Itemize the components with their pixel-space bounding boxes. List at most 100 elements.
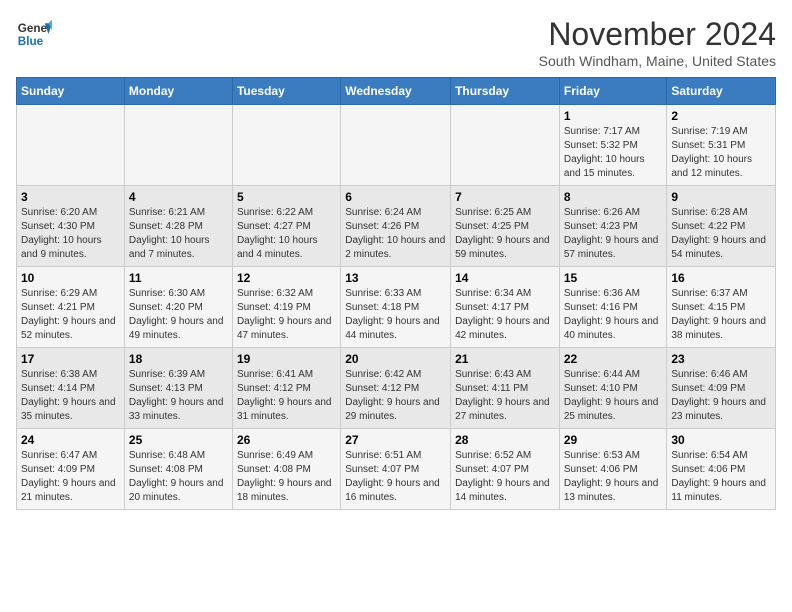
day-info: Sunrise: 6:22 AM Sunset: 4:27 PM Dayligh… — [237, 206, 336, 262]
day-info: Sunrise: 6:51 AM Sunset: 4:07 PM Dayligh… — [345, 449, 446, 505]
day-number: 13 — [345, 271, 446, 285]
calendar-cell: 17 Sunrise: 6:38 AM Sunset: 4:14 PM Dayli… — [17, 348, 125, 429]
main-title: November 2024 — [539, 16, 776, 53]
calendar-cell: 7 Sunrise: 6:25 AM Sunset: 4:25 PM Daylig… — [451, 186, 560, 267]
calendar-header-row: SundayMondayTuesdayWednesdayThursdayFrid… — [17, 78, 776, 105]
calendar-cell: 18 Sunrise: 6:39 AM Sunset: 4:13 PM Dayli… — [124, 348, 232, 429]
day-number: 12 — [237, 271, 336, 285]
day-number: 17 — [21, 352, 120, 366]
calendar-cell: 10 Sunrise: 6:29 AM Sunset: 4:21 PM Dayli… — [17, 267, 125, 348]
calendar-cell: 3 Sunrise: 6:20 AM Sunset: 4:30 PM Daylig… — [17, 186, 125, 267]
calendar-table: SundayMondayTuesdayWednesdayThursdayFrid… — [16, 77, 776, 510]
calendar-cell: 21 Sunrise: 6:43 AM Sunset: 4:11 PM Dayli… — [451, 348, 560, 429]
day-number: 19 — [237, 352, 336, 366]
calendar-cell: 14 Sunrise: 6:34 AM Sunset: 4:17 PM Dayli… — [451, 267, 560, 348]
day-info: Sunrise: 6:44 AM Sunset: 4:10 PM Dayligh… — [564, 368, 663, 424]
calendar-cell: 4 Sunrise: 6:21 AM Sunset: 4:28 PM Daylig… — [124, 186, 232, 267]
calendar-cell — [17, 105, 125, 186]
week-row-2: 3 Sunrise: 6:20 AM Sunset: 4:30 PM Daylig… — [17, 186, 776, 267]
week-row-1: 1 Sunrise: 7:17 AM Sunset: 5:32 PM Daylig… — [17, 105, 776, 186]
day-number: 7 — [455, 190, 555, 204]
day-number: 6 — [345, 190, 446, 204]
day-number: 23 — [671, 352, 771, 366]
calendar-cell: 8 Sunrise: 6:26 AM Sunset: 4:23 PM Daylig… — [559, 186, 667, 267]
calendar-cell: 26 Sunrise: 6:49 AM Sunset: 4:08 PM Dayli… — [232, 429, 340, 510]
week-row-5: 24 Sunrise: 6:47 AM Sunset: 4:09 PM Dayli… — [17, 429, 776, 510]
day-number: 16 — [671, 271, 771, 285]
calendar-cell — [341, 105, 451, 186]
day-number: 15 — [564, 271, 663, 285]
day-number: 9 — [671, 190, 771, 204]
logo: General Blue — [16, 16, 52, 52]
day-number: 28 — [455, 433, 555, 447]
logo-icon: General Blue — [16, 16, 52, 52]
day-number: 27 — [345, 433, 446, 447]
calendar-cell: 27 Sunrise: 6:51 AM Sunset: 4:07 PM Dayli… — [341, 429, 451, 510]
day-info: Sunrise: 6:36 AM Sunset: 4:16 PM Dayligh… — [564, 287, 663, 343]
day-info: Sunrise: 6:33 AM Sunset: 4:18 PM Dayligh… — [345, 287, 446, 343]
day-header-wednesday: Wednesday — [341, 78, 451, 105]
day-header-monday: Monday — [124, 78, 232, 105]
day-info: Sunrise: 6:29 AM Sunset: 4:21 PM Dayligh… — [21, 287, 120, 343]
day-number: 21 — [455, 352, 555, 366]
day-number: 29 — [564, 433, 663, 447]
day-number: 4 — [129, 190, 228, 204]
day-info: Sunrise: 6:39 AM Sunset: 4:13 PM Dayligh… — [129, 368, 228, 424]
calendar-cell — [232, 105, 340, 186]
day-info: Sunrise: 7:17 AM Sunset: 5:32 PM Dayligh… — [564, 125, 663, 181]
day-info: Sunrise: 6:20 AM Sunset: 4:30 PM Dayligh… — [21, 206, 120, 262]
day-header-saturday: Saturday — [667, 78, 776, 105]
calendar-cell: 6Sunrise: 6:24 AM Sunset: 4:26 PM Daylig… — [341, 186, 451, 267]
day-info: Sunrise: 6:30 AM Sunset: 4:20 PM Dayligh… — [129, 287, 228, 343]
day-number: 8 — [564, 190, 663, 204]
calendar-cell: 19 Sunrise: 6:41 AM Sunset: 4:12 PM Dayli… — [232, 348, 340, 429]
day-number: 5 — [237, 190, 336, 204]
subtitle: South Windham, Maine, United States — [539, 53, 776, 69]
day-number: 14 — [455, 271, 555, 285]
day-info: Sunrise: 6:46 AM Sunset: 4:09 PM Dayligh… — [671, 368, 771, 424]
day-info: Sunrise: 6:42 AM Sunset: 4:12 PM Dayligh… — [345, 368, 446, 424]
day-number: 10 — [21, 271, 120, 285]
calendar-cell: 23 Sunrise: 6:46 AM Sunset: 4:09 PM Dayli… — [667, 348, 776, 429]
calendar-cell: 9 Sunrise: 6:28 AM Sunset: 4:22 PM Daylig… — [667, 186, 776, 267]
day-header-tuesday: Tuesday — [232, 78, 340, 105]
calendar-cell — [451, 105, 560, 186]
day-info: Sunrise: 6:49 AM Sunset: 4:08 PM Dayligh… — [237, 449, 336, 505]
day-info: Sunrise: 6:43 AM Sunset: 4:11 PM Dayligh… — [455, 368, 555, 424]
day-number: 30 — [671, 433, 771, 447]
day-info: Sunrise: 6:53 AM Sunset: 4:06 PM Dayligh… — [564, 449, 663, 505]
calendar-cell: 5 Sunrise: 6:22 AM Sunset: 4:27 PM Daylig… — [232, 186, 340, 267]
day-info: Sunrise: 6:21 AM Sunset: 4:28 PM Dayligh… — [129, 206, 228, 262]
day-number: 24 — [21, 433, 120, 447]
day-info: Sunrise: 6:26 AM Sunset: 4:23 PM Dayligh… — [564, 206, 663, 262]
day-info: Sunrise: 6:48 AM Sunset: 4:08 PM Dayligh… — [129, 449, 228, 505]
day-info: Sunrise: 6:47 AM Sunset: 4:09 PM Dayligh… — [21, 449, 120, 505]
title-area: November 2024 South Windham, Maine, Unit… — [539, 16, 776, 69]
day-header-sunday: Sunday — [17, 78, 125, 105]
day-number: 18 — [129, 352, 228, 366]
calendar-cell: 28 Sunrise: 6:52 AM Sunset: 4:07 PM Dayli… — [451, 429, 560, 510]
day-number: 1 — [564, 109, 663, 123]
calendar-cell: 1 Sunrise: 7:17 AM Sunset: 5:32 PM Daylig… — [559, 105, 667, 186]
header: General Blue November 2024 South Windham… — [16, 16, 776, 69]
calendar-cell: 13 Sunrise: 6:33 AM Sunset: 4:18 PM Dayli… — [341, 267, 451, 348]
calendar-cell: 24 Sunrise: 6:47 AM Sunset: 4:09 PM Dayli… — [17, 429, 125, 510]
calendar-cell: 25 Sunrise: 6:48 AM Sunset: 4:08 PM Dayli… — [124, 429, 232, 510]
day-number: 26 — [237, 433, 336, 447]
day-number: 25 — [129, 433, 228, 447]
day-number: 20 — [345, 352, 446, 366]
day-info: Sunrise: 6:52 AM Sunset: 4:07 PM Dayligh… — [455, 449, 555, 505]
day-info: Sunrise: 6:38 AM Sunset: 4:14 PM Dayligh… — [21, 368, 120, 424]
day-header-friday: Friday — [559, 78, 667, 105]
day-info: Sunrise: 6:25 AM Sunset: 4:25 PM Dayligh… — [455, 206, 555, 262]
calendar-cell: 30Sunrise: 6:54 AM Sunset: 4:06 PM Dayli… — [667, 429, 776, 510]
day-number: 3 — [21, 190, 120, 204]
day-info: Sunrise: 6:34 AM Sunset: 4:17 PM Dayligh… — [455, 287, 555, 343]
calendar-cell: 29 Sunrise: 6:53 AM Sunset: 4:06 PM Dayli… — [559, 429, 667, 510]
calendar-cell: 12Sunrise: 6:32 AM Sunset: 4:19 PM Dayli… — [232, 267, 340, 348]
week-row-3: 10 Sunrise: 6:29 AM Sunset: 4:21 PM Dayli… — [17, 267, 776, 348]
day-info: Sunrise: 6:28 AM Sunset: 4:22 PM Dayligh… — [671, 206, 771, 262]
day-header-thursday: Thursday — [451, 78, 560, 105]
day-info: Sunrise: 6:41 AM Sunset: 4:12 PM Dayligh… — [237, 368, 336, 424]
calendar-cell — [124, 105, 232, 186]
